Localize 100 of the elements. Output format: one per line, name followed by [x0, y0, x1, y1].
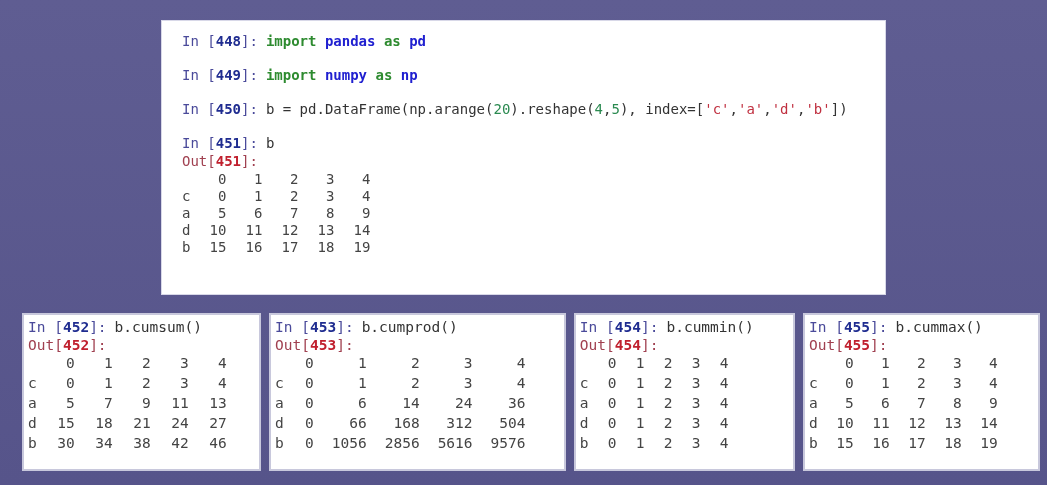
row-label: a [275, 395, 284, 411]
column-header: 4 [987, 355, 998, 371]
table-cell-text: 11 [170, 395, 189, 411]
table-cell-text: 14 [352, 222, 371, 238]
table-cell-text: 15 [208, 239, 227, 255]
column-header: 1 [634, 355, 645, 371]
table-cell-text: 1 [634, 415, 645, 431]
table-cell-text: 0 [843, 375, 854, 391]
table-cell-text: 5 [843, 395, 854, 411]
table-cell-text: 0 [217, 188, 227, 204]
table-cell-text: 38 [132, 435, 151, 451]
column-header: 2 [662, 355, 673, 371]
column-header: 3 [690, 355, 701, 371]
code-line: b.cummax() [895, 319, 983, 335]
row-label: a [808, 395, 818, 411]
table-cell-text: 15 [835, 435, 854, 451]
table-cell-text: 3 [179, 375, 189, 391]
table-cell-text: 7 [915, 395, 926, 411]
column-header: 4 [361, 171, 371, 187]
input-prompt: In [453]: [275, 319, 354, 335]
row-label: d [182, 222, 191, 238]
table-cell-text: 1 [103, 375, 113, 391]
table-cell-text: 30 [56, 435, 75, 451]
column-header: 0 [843, 355, 854, 371]
table-cell-text: 3 [951, 375, 962, 391]
table-cell-text: 66 [348, 415, 367, 431]
column-header: 0 [65, 355, 75, 371]
table-cell-text: 3 [325, 188, 335, 204]
table-cell-text: 0 [65, 375, 75, 391]
table-cell-text: 11 [871, 415, 890, 431]
output-prompt: Out[453]: [275, 337, 354, 353]
table-cell-text: 1 [634, 435, 645, 451]
input-prompt: In [454]: [579, 319, 659, 335]
table-cell-text: 2 [662, 395, 673, 411]
code-line: b.cumsum() [114, 319, 202, 335]
table-cell-text: 18 [94, 415, 113, 431]
table-cell-text: 7 [103, 395, 113, 411]
table-cell-text: 6 [879, 395, 890, 411]
table-cell-text: 9 [987, 395, 998, 411]
table-cell-text: 2 [289, 188, 299, 204]
table-cell-text: 2 [141, 375, 151, 391]
code-line: b.cummin() [666, 319, 754, 335]
output-prompt: Out[455]: [808, 337, 888, 353]
table-cell-text: 6 [253, 205, 263, 221]
table-cell-text: 3 [690, 375, 701, 391]
code-line: b [265, 135, 275, 151]
table-cell-text: 3 [690, 415, 701, 431]
table-cell-text: 4 [361, 188, 371, 204]
table-cell: 5616 [437, 435, 473, 451]
row-label: a [579, 395, 589, 411]
table-cell-text: 4 [718, 395, 729, 411]
column-header: 4 [217, 355, 227, 371]
input-prompt: In [450]: [182, 101, 258, 117]
input-prompt: In [449]: [182, 67, 258, 83]
column-header: 3 [325, 171, 335, 187]
column-header: 3 [179, 355, 189, 371]
table-cell-text: 312 [445, 415, 473, 431]
table-cell-text: 18 [316, 239, 335, 255]
column-header: 0 [217, 171, 227, 187]
column-header: 1 [879, 355, 890, 371]
row-label: d [579, 415, 589, 431]
table-cell: 1056 [331, 435, 367, 451]
table-cell-text: 1 [634, 375, 645, 391]
row-label: a [28, 395, 37, 411]
output-prompt: Out[452]: [28, 337, 107, 353]
table-cell-text: 13 [208, 395, 227, 411]
column-header: 1 [356, 355, 367, 371]
row-label: c [182, 188, 191, 204]
table-cell-text: 3 [462, 375, 473, 391]
row-label: c [28, 375, 37, 391]
output-prompt: Out[451]: [182, 153, 258, 169]
table-cell-text: 15 [56, 415, 75, 431]
table-cell-text: 36 [507, 395, 526, 411]
table-cell-text: 4 [217, 375, 227, 391]
row-label: c [579, 375, 589, 391]
table-cell-text: 24 [454, 395, 473, 411]
table-cell-text: 2 [662, 375, 673, 391]
table-cell-text: 46 [208, 435, 227, 451]
column-header: 1 [103, 355, 113, 371]
column-header: 2 [915, 355, 926, 371]
column-header: 3 [462, 355, 473, 371]
table-cell-text: 42 [170, 435, 189, 451]
column-header: 4 [515, 355, 526, 371]
code-line: import numpy as np [265, 67, 418, 83]
table-cell-text: 8 [325, 205, 335, 221]
table-cell-text: 1 [253, 188, 263, 204]
table-cell-text: 18 [943, 435, 962, 451]
table-cell-text: 12 [907, 415, 926, 431]
code-line: import pandas as pd [265, 33, 427, 49]
table-cell-text: 7 [289, 205, 299, 221]
table-cell-text: 16 [871, 435, 890, 451]
column-header: 0 [606, 355, 617, 371]
table-cell-text: 1 [879, 375, 890, 391]
table-cell-text: 19 [352, 239, 371, 255]
table-cell-text: 5 [217, 205, 227, 221]
table-cell-text: 9 [141, 395, 151, 411]
table-cell-text: 1 [634, 395, 645, 411]
table-cell-text: 21 [132, 415, 151, 431]
column-header: 2 [289, 171, 299, 187]
table-cell-text: 2 [409, 375, 420, 391]
